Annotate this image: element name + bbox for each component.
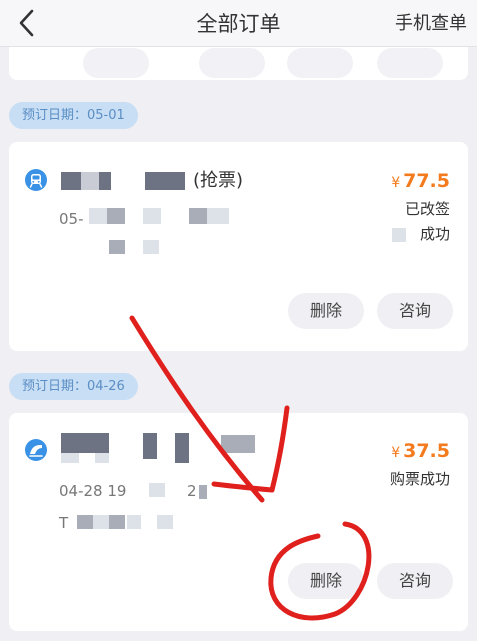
redacted-text — [109, 240, 125, 254]
redacted-text — [99, 172, 111, 190]
order-card[interactable]: (抢票) 05- ¥77.5 已改签 成功 删除 咨询 — [9, 142, 468, 351]
order-price: ¥77.5 — [391, 170, 450, 192]
booking-date-label: 预订日期：05-01 — [9, 102, 138, 129]
redacted-text — [143, 240, 159, 254]
train-icon — [25, 439, 47, 461]
ticket-info: T — [59, 514, 69, 532]
redacted-text — [189, 208, 207, 224]
redacted-text — [207, 208, 229, 224]
redacted-text — [143, 433, 157, 459]
delete-button[interactable]: 删除 — [288, 293, 364, 329]
ghost-button[interactable] — [287, 48, 353, 78]
redacted-text — [221, 435, 255, 453]
redacted-text — [95, 453, 109, 463]
train-icon — [25, 169, 47, 191]
delete-button[interactable]: 删除 — [288, 563, 364, 599]
redacted-text — [109, 515, 125, 529]
booking-date-label: 预订日期：04-26 — [9, 373, 138, 400]
consult-button[interactable]: 咨询 — [377, 293, 453, 329]
order-price: ¥37.5 — [391, 440, 450, 462]
redacted-text — [143, 208, 161, 224]
redacted-text — [93, 515, 109, 529]
redacted-text — [127, 515, 141, 529]
redacted-text — [107, 208, 125, 224]
phone-lookup-link[interactable]: 手机查单 — [395, 9, 467, 35]
redacted-text — [77, 515, 93, 529]
redacted-text — [199, 485, 207, 499]
consult-button[interactable]: 咨询 — [377, 563, 453, 599]
depart-time: 04-28 19 — [59, 482, 127, 500]
redacted-text — [145, 172, 185, 190]
depart-time: 05- — [59, 210, 84, 228]
redacted-text — [61, 453, 79, 463]
order-status: 已改签 — [404, 200, 450, 218]
redacted-text — [392, 228, 406, 242]
redacted-text — [175, 433, 189, 463]
redacted-text — [61, 172, 81, 190]
redacted-text — [61, 433, 109, 453]
redacted-text — [149, 483, 165, 497]
order-card[interactable]: 04-28 19 2 T ¥37.5 购票成功 删除 咨询 — [9, 413, 468, 631]
train-name: (抢票) — [193, 170, 244, 191]
order-status: 购票成功 — [389, 470, 450, 488]
nav-header: 全部订单 手机查单 — [0, 0, 477, 47]
order-status-secondary: 成功 — [419, 225, 450, 243]
redacted-text — [81, 172, 99, 190]
redacted-text — [89, 208, 107, 224]
redacted-text — [157, 515, 173, 529]
ghost-button[interactable] — [377, 48, 443, 78]
ghost-button[interactable] — [83, 48, 149, 78]
ghost-button[interactable] — [199, 48, 265, 78]
depart-time-2: 2 — [187, 482, 197, 500]
